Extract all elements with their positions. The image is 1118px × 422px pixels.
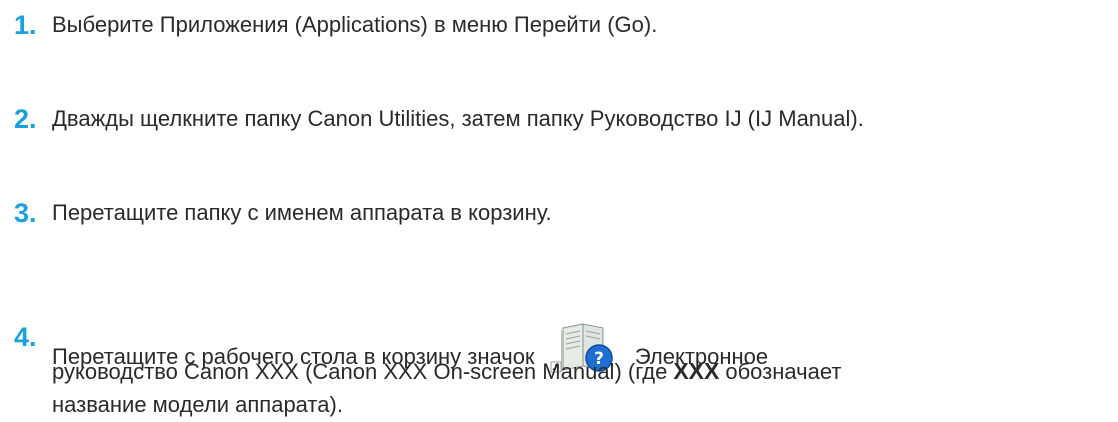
step-text-line-2: руководство Canon XXX (Canon XXX On-scre… — [52, 354, 841, 389]
step-number: 4. — [14, 322, 37, 352]
model-placeholder: XXX — [673, 358, 720, 384]
step-number: 2. — [14, 104, 37, 134]
step-text: Дважды щелкните папку Canon Utilities, з… — [52, 106, 864, 131]
step-text-line-3: название модели аппарата). — [52, 392, 343, 417]
step-text: Выберите Приложения (Applications) в мен… — [52, 12, 658, 37]
step-number: 3. — [14, 198, 37, 228]
step-number: 1. — [14, 10, 37, 40]
step-text-part: обозначает — [725, 359, 842, 384]
step-text: Перетащите папку с именем аппарата в кор… — [52, 200, 552, 225]
step-text-part: руководство Canon XXX (Canon XXX On-scre… — [52, 359, 668, 384]
